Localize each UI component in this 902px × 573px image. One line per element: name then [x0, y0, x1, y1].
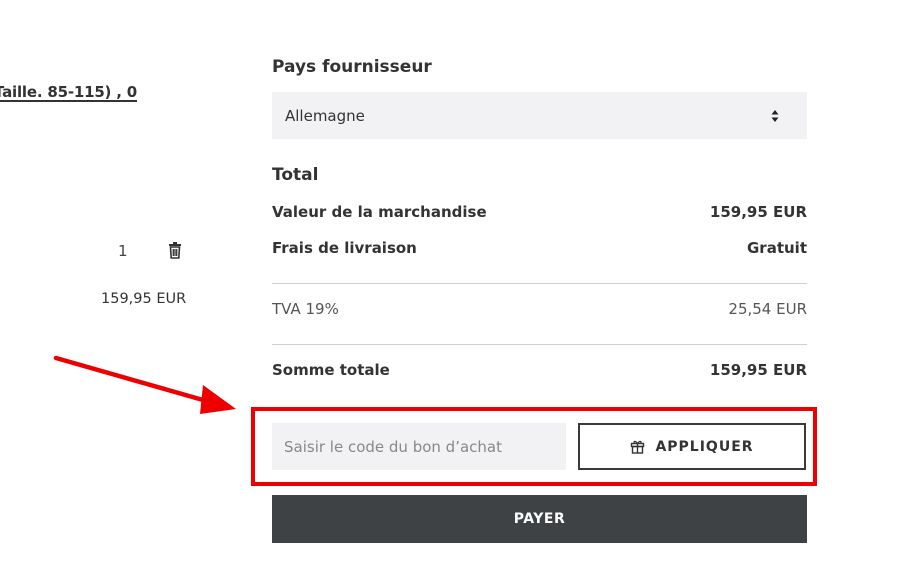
item-quantity[interactable]: 1 [118, 242, 128, 260]
pay-button[interactable]: PAYER [272, 495, 807, 543]
supplier-country-select[interactable]: Allemagne [272, 92, 807, 139]
grand-total-row: Somme totale 159,95 EUR [272, 361, 807, 379]
apply-voucher-button[interactable]: APPLIQUER [578, 423, 806, 470]
product-title-link[interactable]: Taille. 85-115) , 0 [0, 83, 137, 101]
annotation-arrow [53, 355, 236, 414]
divider [272, 283, 807, 284]
select-arrows-icon [771, 110, 779, 122]
vat-row: TVA 19% 25,54 EUR [272, 300, 807, 318]
vat-amount: 25,54 EUR [728, 300, 807, 318]
voucher-code-input[interactable] [272, 423, 566, 470]
grand-total-amount: 159,95 EUR [709, 361, 807, 379]
grand-total-label: Somme totale [272, 361, 390, 379]
total-heading: Total [272, 165, 319, 185]
gift-icon [631, 440, 645, 454]
goods-value-row: Valeur de la marchandise 159,95 EUR [272, 203, 807, 221]
divider [272, 344, 807, 345]
vat-label: TVA 19% [272, 300, 339, 318]
selected-country: Allemagne [285, 106, 365, 125]
supplier-country-label: Pays fournisseur [272, 57, 432, 77]
shipping-amount: Gratuit [747, 239, 807, 257]
item-price: 159,95 EUR [101, 291, 187, 307]
goods-value-amount: 159,95 EUR [709, 203, 807, 221]
goods-value-label: Valeur de la marchandise [272, 203, 487, 221]
apply-voucher-label: APPLIQUER [655, 438, 754, 455]
trash-icon[interactable] [166, 241, 184, 259]
shipping-row: Frais de livraison Gratuit [272, 239, 807, 257]
shipping-label: Frais de livraison [272, 239, 417, 257]
pay-button-label: PAYER [513, 511, 566, 527]
